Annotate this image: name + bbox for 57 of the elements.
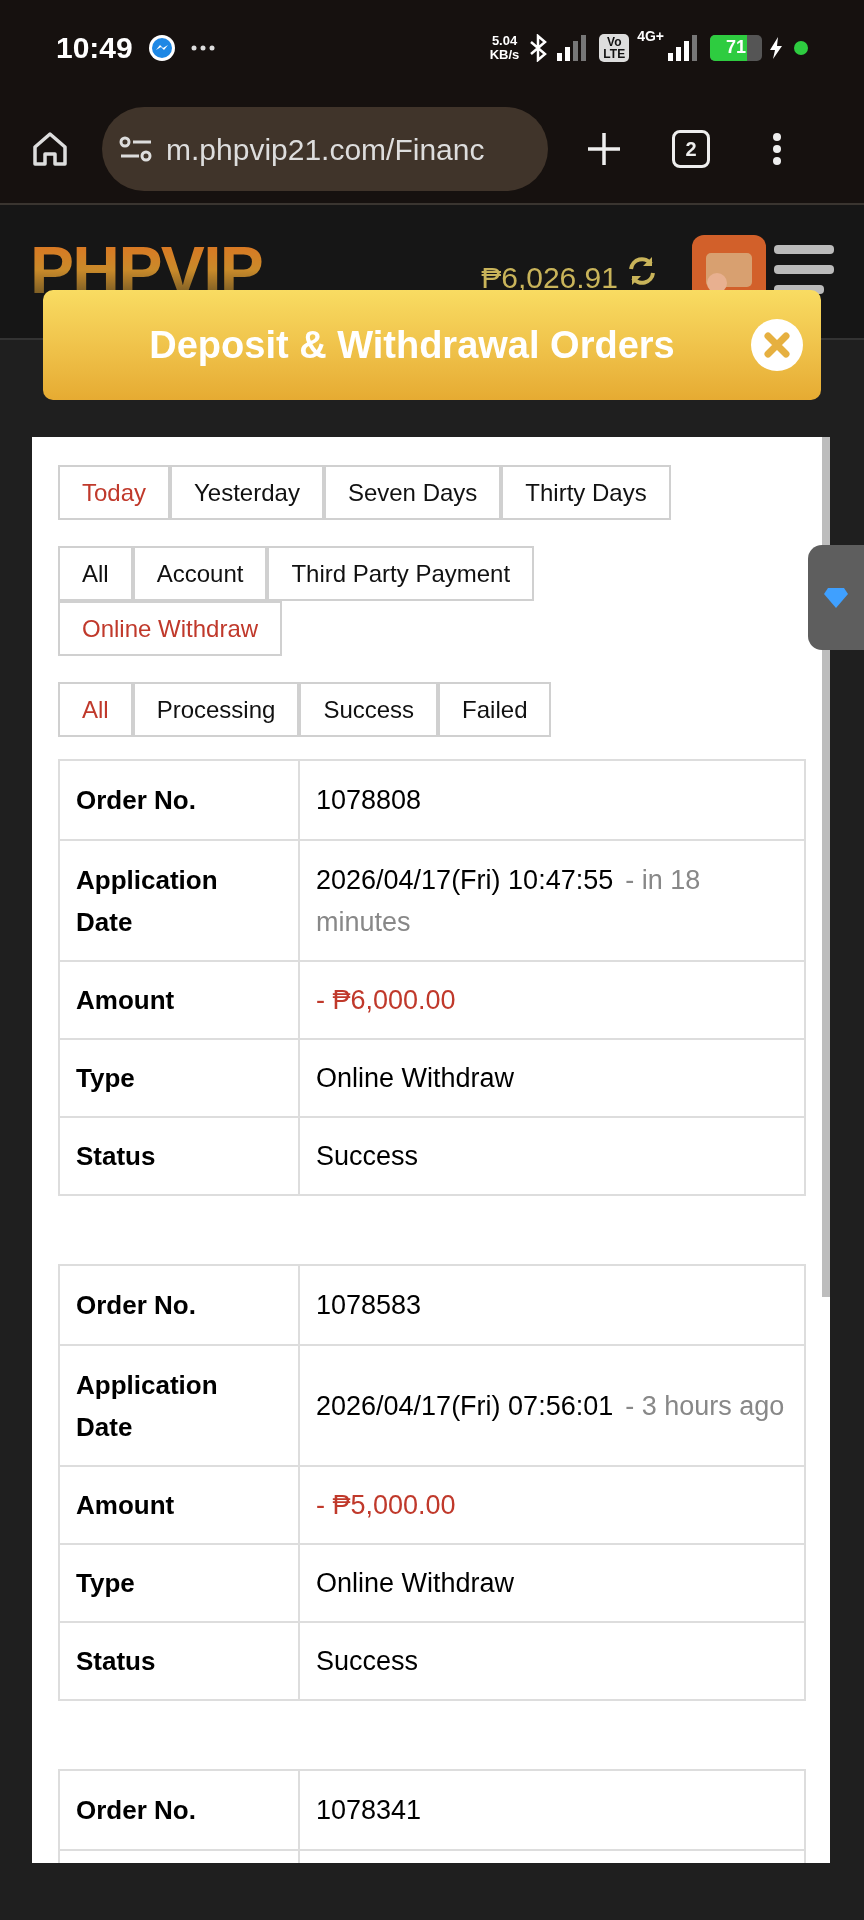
filter-tab[interactable]: Account <box>132 546 268 601</box>
row-label: Type <box>76 1567 135 1600</box>
row-label: Application Date <box>76 863 219 939</box>
filter-tab[interactable]: Third Party Payment <box>267 546 535 601</box>
home-icon[interactable] <box>30 129 70 169</box>
row-label: Amount <box>76 1489 175 1522</box>
row-label: Order No. <box>76 1794 196 1827</box>
cell-value: Success <box>316 1139 419 1173</box>
filter-tab[interactable]: Failed <box>438 682 552 737</box>
speed-unit: KB/s <box>489 47 520 62</box>
charging-icon <box>770 36 782 59</box>
filter-tab[interactable]: All <box>58 546 133 601</box>
battery-indicator: 71 <box>710 34 762 61</box>
network-speed: 5.04 <box>491 33 518 48</box>
kebab-menu-icon[interactable] <box>772 132 782 166</box>
row-label: Application Date <box>76 1368 219 1444</box>
balance-amount: ₱6,026.91 <box>481 260 618 296</box>
messenger-icon <box>148 34 175 61</box>
cell-value: 1078583 <box>316 1288 422 1322</box>
cell-value: Success <box>316 1644 419 1678</box>
address-bar[interactable]: m.phpvip21.com/Financ <box>102 107 548 191</box>
network-type: 4G+ <box>637 27 664 46</box>
site-settings-icon[interactable] <box>118 134 154 164</box>
filter-tab[interactable]: Seven Days <box>323 465 502 520</box>
modal-title: Deposit & Withdrawal Orders <box>149 322 675 368</box>
refresh-icon[interactable] <box>626 255 658 287</box>
more-icon <box>190 44 215 51</box>
volte-badge: Vo LTE <box>599 33 630 62</box>
floating-handle[interactable] <box>808 545 864 650</box>
cell-value: Online Withdraw <box>316 1061 515 1095</box>
date-value: 2026/04/17(Fri) 07:56:01 - 3 hours ago <box>316 1389 785 1423</box>
filter-tab[interactable]: Yesterday <box>170 465 324 520</box>
row-label: Type <box>76 1062 135 1095</box>
signal-icon <box>668 34 698 61</box>
filter-tab[interactable]: Today <box>58 465 171 520</box>
new-tab-icon[interactable] <box>586 131 622 167</box>
row-label: Order No. <box>76 1289 196 1322</box>
row-label: Status <box>76 1140 156 1173</box>
filter-tab[interactable]: Thirty Days <box>501 465 671 520</box>
filter-tab[interactable]: All <box>58 682 133 737</box>
date-value: 2026/04/17(Fri) 10:47:55 - in 18 minutes <box>316 863 702 939</box>
tab-count-button[interactable]: 2 <box>672 130 710 168</box>
cell-value: Online Withdraw <box>316 1566 515 1600</box>
row-label: Amount <box>76 984 175 1017</box>
url-text: m.phpvip21.com/Financ <box>166 131 485 168</box>
amount-value: - ₱6,000.00 <box>316 983 456 1017</box>
filter-tab[interactable]: Processing <box>132 682 300 737</box>
cell-value: 1078341 <box>316 1793 422 1827</box>
filter-tab[interactable]: Success <box>299 682 439 737</box>
amount-value: - ₱5,000.00 <box>316 1488 456 1522</box>
row-label: Order No. <box>76 784 196 817</box>
filter-tab[interactable]: Online Withdraw <box>58 601 283 656</box>
diamond-icon <box>824 587 848 608</box>
row-label: Status <box>76 1645 156 1678</box>
status-time: 10:49 <box>56 30 133 66</box>
cell-value: 1078808 <box>316 783 422 817</box>
signal-icon <box>557 34 588 61</box>
